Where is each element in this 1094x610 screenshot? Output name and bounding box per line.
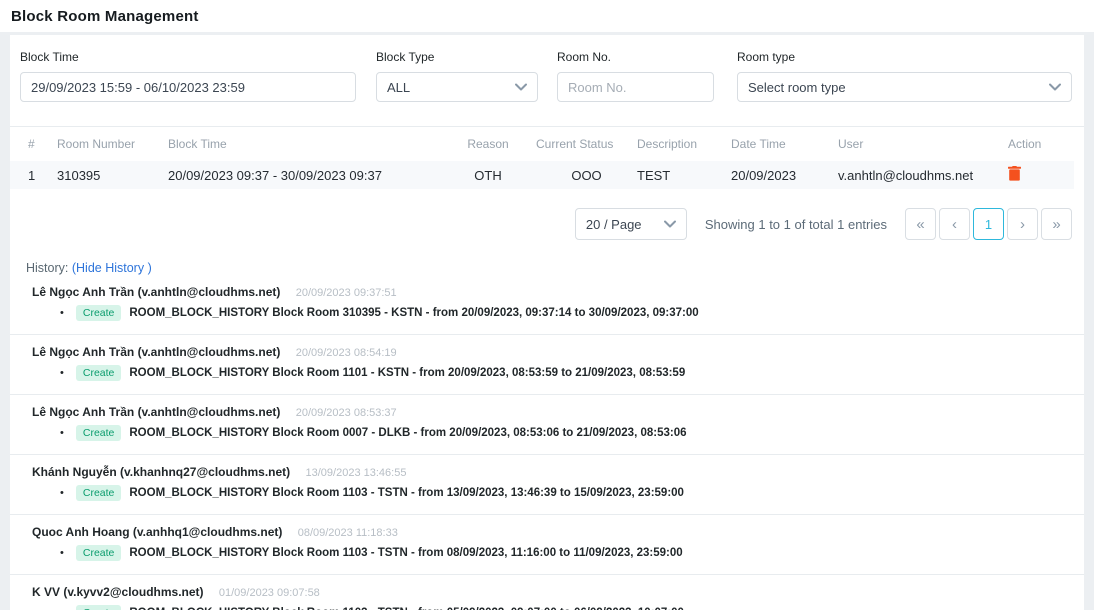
- page-title: Block Room Management: [11, 8, 199, 25]
- titlebar: Block Room Management: [0, 0, 1094, 32]
- col-header-block-time: Block Time: [168, 137, 440, 151]
- create-badge: Create: [76, 605, 122, 610]
- room-type-value: Select room type: [748, 80, 846, 95]
- history-timestamp: 20/09/2023 08:53:37: [296, 407, 397, 419]
- col-header-user: User: [838, 137, 1008, 151]
- chevron-down-icon: [515, 83, 527, 91]
- cell-reason: OTH: [440, 168, 536, 183]
- history-timestamp: 20/09/2023 09:37:51: [296, 287, 397, 299]
- col-header-current-status: Current Status: [536, 137, 637, 151]
- filter-room-no: Room No.: [557, 50, 714, 102]
- pager-buttons: « ‹ 1 › »: [905, 208, 1072, 240]
- col-header-description: Description: [637, 137, 731, 151]
- bullet-icon: •: [60, 427, 64, 439]
- cell-description: TEST: [637, 168, 731, 183]
- filter-block-type: Block Type ALL: [376, 50, 538, 102]
- bullet-icon: •: [60, 367, 64, 379]
- chevron-down-icon: [664, 220, 676, 228]
- first-page-button[interactable]: «: [905, 208, 936, 240]
- history-detail: ROOM_BLOCK_HISTORY Block Room 1101 - KST…: [129, 367, 685, 379]
- history-entry: Lê Ngọc Anh Trần (v.anhtln@cloudhms.net)…: [10, 275, 1084, 335]
- cell-user: v.anhtln@cloudhms.net: [838, 168, 1008, 183]
- cell-block-time: 20/09/2023 09:37 - 30/09/2023 09:37: [168, 168, 440, 183]
- block-time-input[interactable]: [20, 72, 356, 102]
- page-size-value: 20 / Page: [586, 217, 642, 232]
- create-badge: Create: [76, 485, 122, 501]
- table-header-row: # Room Number Block Time Reason Current …: [10, 127, 1074, 161]
- history-section: History: (Hide History ) Lê Ngọc Anh Trầ…: [10, 261, 1084, 610]
- create-badge: Create: [76, 425, 122, 441]
- filter-room-type: Room type Select room type: [737, 50, 1072, 102]
- history-user: Quoc Anh Hoang (v.anhhq1@cloudhms.net): [32, 525, 282, 539]
- last-page-button[interactable]: »: [1041, 208, 1072, 240]
- block-type-select[interactable]: ALL: [376, 72, 538, 102]
- pagination-summary: Showing 1 to 1 of total 1 entries: [705, 217, 887, 232]
- history-entry: K VV (v.kyvv2@cloudhms.net) 01/09/2023 0…: [10, 575, 1084, 610]
- block-type-label: Block Type: [376, 50, 538, 64]
- create-badge: Create: [76, 545, 122, 561]
- cell-date-time: 20/09/2023: [731, 168, 838, 183]
- cell-room-number: 310395: [57, 168, 168, 183]
- chevron-down-icon: [1049, 83, 1061, 91]
- history-detail: ROOM_BLOCK_HISTORY Block Room 1103 - TST…: [129, 487, 684, 499]
- pagination-bar: 20 / Page Showing 1 to 1 of total 1 entr…: [10, 208, 1084, 240]
- history-entry: Lê Ngọc Anh Trần (v.anhtln@cloudhms.net)…: [10, 395, 1084, 455]
- history-detail: ROOM_BLOCK_HISTORY Block Room 310395 - K…: [129, 307, 698, 319]
- history-timestamp: 20/09/2023 08:54:19: [296, 347, 397, 359]
- col-header-index: #: [28, 137, 57, 151]
- room-no-label: Room No.: [557, 50, 714, 64]
- col-header-action: Action: [1008, 137, 1074, 151]
- history-entry: Khánh Nguyễn (v.khanhnq27@cloudhms.net) …: [10, 455, 1084, 515]
- history-user: Lê Ngọc Anh Trần (v.anhtln@cloudhms.net): [32, 405, 280, 419]
- delete-button[interactable]: [1008, 169, 1021, 184]
- history-entry: Quoc Anh Hoang (v.anhhq1@cloudhms.net) 0…: [10, 515, 1084, 575]
- history-user: Lê Ngọc Anh Trần (v.anhtln@cloudhms.net): [32, 345, 280, 359]
- history-entry: Lê Ngọc Anh Trần (v.anhtln@cloudhms.net)…: [10, 335, 1084, 395]
- history-header: History: (Hide History ): [10, 261, 1084, 275]
- col-header-reason: Reason: [440, 137, 536, 151]
- table-row: 1 310395 20/09/2023 09:37 - 30/09/2023 0…: [10, 161, 1074, 189]
- hide-history-link[interactable]: (Hide History ): [72, 261, 152, 275]
- history-detail: ROOM_BLOCK_HISTORY Block Room 1103 - TST…: [129, 547, 682, 559]
- history-user: Khánh Nguyễn (v.khanhnq27@cloudhms.net): [32, 465, 290, 479]
- block-type-value: ALL: [387, 80, 410, 95]
- room-type-label: Room type: [737, 50, 1072, 64]
- bullet-icon: •: [60, 547, 64, 559]
- cell-action: [1008, 166, 1074, 184]
- col-header-room-number: Room Number: [57, 137, 168, 151]
- bullet-icon: •: [60, 307, 64, 319]
- page-size-select[interactable]: 20 / Page: [575, 208, 687, 240]
- block-room-table: # Room Number Block Time Reason Current …: [10, 127, 1084, 189]
- history-timestamp: 13/09/2023 13:46:55: [306, 467, 407, 479]
- create-badge: Create: [76, 365, 122, 381]
- bullet-icon: •: [60, 487, 64, 499]
- room-type-select[interactable]: Select room type: [737, 72, 1072, 102]
- prev-page-button[interactable]: ‹: [939, 208, 970, 240]
- history-timestamp: 08/09/2023 11:18:33: [298, 527, 398, 539]
- cell-current-status: OOO: [536, 168, 637, 183]
- history-user: K VV (v.kyvv2@cloudhms.net): [32, 585, 204, 599]
- content-card: Block Time Block Type ALL Room No. Room …: [10, 35, 1084, 610]
- room-no-input[interactable]: [557, 72, 714, 102]
- cell-index: 1: [28, 168, 57, 183]
- filter-block-time: Block Time: [20, 50, 356, 102]
- create-badge: Create: [76, 305, 122, 321]
- history-label: History:: [26, 261, 68, 275]
- col-header-date-time: Date Time: [731, 137, 838, 151]
- history-timestamp: 01/09/2023 09:07:58: [219, 587, 320, 599]
- trash-icon: [1008, 166, 1021, 181]
- next-page-button[interactable]: ›: [1007, 208, 1038, 240]
- block-time-label: Block Time: [20, 50, 356, 64]
- page-1-button[interactable]: 1: [973, 208, 1004, 240]
- history-detail: ROOM_BLOCK_HISTORY Block Room 0007 - DLK…: [129, 427, 686, 439]
- history-user: Lê Ngọc Anh Trần (v.anhtln@cloudhms.net): [32, 285, 280, 299]
- filter-bar: Block Time Block Type ALL Room No. Room …: [10, 50, 1084, 102]
